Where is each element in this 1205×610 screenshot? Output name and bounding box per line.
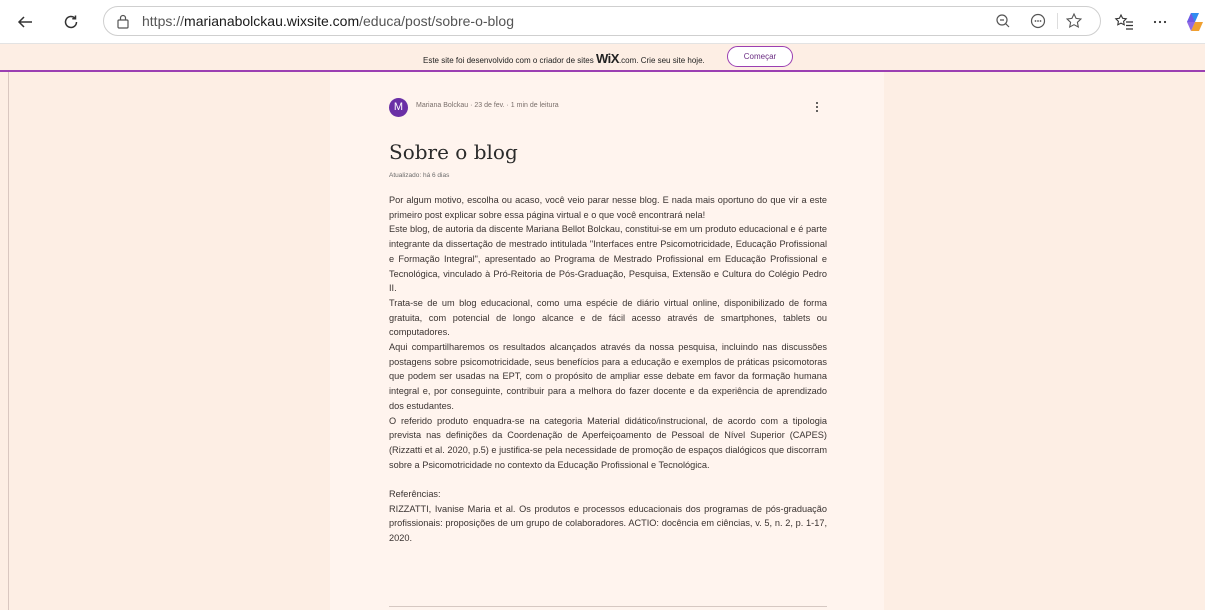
post-options-icon[interactable]	[816, 102, 820, 114]
wix-banner-message: Este site foi desenvolvido com o criador…	[423, 51, 705, 66]
back-icon[interactable]	[12, 9, 38, 35]
address-divider	[1057, 13, 1058, 29]
reader-icon[interactable]	[1029, 12, 1047, 35]
zoom-out-icon[interactable]	[994, 12, 1012, 35]
post-paragraph: Trata-se de um blog educacional, como um…	[389, 297, 827, 338]
more-options-icon[interactable]	[1147, 9, 1173, 35]
copilot-icon[interactable]	[1185, 11, 1205, 33]
wix-logo: WiX	[595, 51, 619, 66]
updated-label: Atualizado: há 6 dias	[389, 172, 450, 179]
post-meta: Mariana Bolckau · 23 de fev. · 1 min de …	[416, 102, 559, 109]
favorite-star-icon[interactable]	[1065, 12, 1083, 35]
page-edge	[8, 72, 9, 610]
start-button[interactable]: Começar	[727, 46, 793, 67]
post-paragraph: Este blog, de autoria da discente Marian…	[389, 224, 827, 294]
refresh-icon[interactable]	[58, 9, 84, 35]
post-title: Sobre o blog	[389, 140, 518, 164]
post-paragraph: O referido produto enquadra-se na catego…	[389, 415, 827, 470]
post-body: Por algum motivo, escolha ou acaso, você…	[389, 193, 827, 546]
avatar[interactable]: M	[389, 98, 408, 117]
reference-entry: RIZZATTI, Ivanise Maria et al. Os produt…	[389, 503, 827, 544]
favorites-icon[interactable]	[1111, 9, 1137, 35]
lock-icon[interactable]	[116, 13, 130, 34]
address-bar[interactable]: https://marianabolckau.wixsite.com/educa…	[103, 6, 1101, 36]
url-text[interactable]: https://marianabolckau.wixsite.com/educa…	[142, 13, 514, 29]
post-paragraph: Por algum motivo, escolha ou acaso, você…	[389, 195, 827, 220]
browser-toolbar: https://marianabolckau.wixsite.com/educa…	[0, 0, 1205, 44]
references-heading: Referências:	[389, 489, 441, 500]
wix-banner: Este site foi desenvolvido com o criador…	[0, 44, 1205, 72]
blog-post: M Mariana Bolckau · 23 de fev. · 1 min d…	[330, 72, 884, 610]
post-divider	[389, 606, 827, 607]
post-paragraph: Aqui compartilharemos os resultados alca…	[389, 342, 827, 411]
